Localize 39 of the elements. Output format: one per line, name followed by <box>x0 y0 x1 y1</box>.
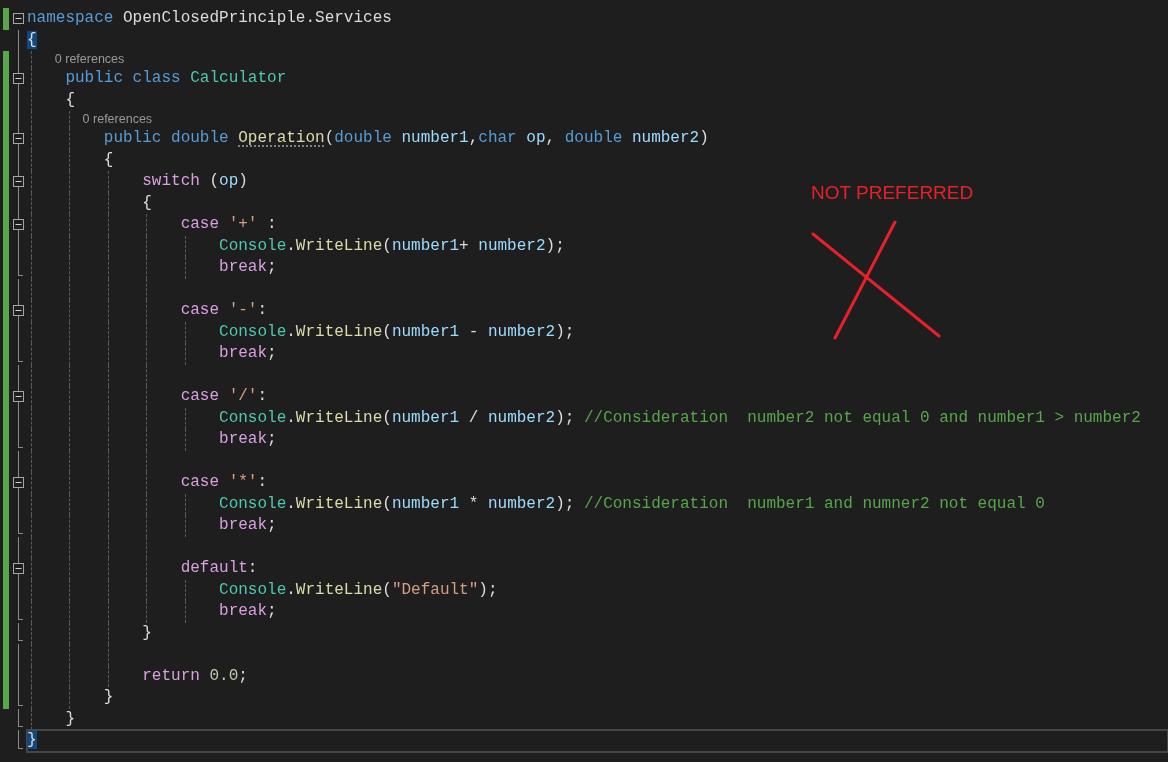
code-line: { <box>141 192 152 214</box>
code-line: default: <box>179 558 258 579</box>
change-bar <box>3 8 9 30</box>
annotation-label: NOT PREFERRED <box>811 182 974 204</box>
code-line: { <box>102 149 114 171</box>
collapse-icon[interactable] <box>13 391 24 402</box>
collapse-icon[interactable] <box>13 305 24 316</box>
code-line: case '-': <box>179 300 268 321</box>
collapse-icon[interactable] <box>13 176 24 187</box>
collapse-icon[interactable] <box>13 13 24 24</box>
code-line: { <box>64 89 75 111</box>
code-line: break; <box>218 343 277 364</box>
references-link[interactable]: 0 references <box>54 51 125 68</box>
code-line: namespace OpenClosedPrinciple.Services <box>27 8 392 29</box>
code-line: switch (op) <box>141 171 248 192</box>
code-line: Console.WriteLine("Default"); <box>218 579 498 601</box>
code-line: return 0.0; <box>141 665 248 687</box>
code-line: Console.WriteLine(number1 - number2); <box>218 321 575 343</box>
collapse-icon[interactable] <box>13 563 24 574</box>
code-line: public class Calculator <box>64 68 287 89</box>
code-line: public double Operation(double number1,char op, double number2) <box>102 128 709 149</box>
code-line: case '*': <box>179 472 268 493</box>
code-line: break; <box>218 429 277 450</box>
collapse-icon[interactable] <box>13 477 24 488</box>
code-line: Console.WriteLine(number1 / number2); //Consideration number2 not equal 0 and number1 > number2 <box>218 407 1141 429</box>
code-line: break; <box>218 515 277 536</box>
code-line: break; <box>218 601 277 622</box>
code-line: Console.WriteLine(number1+ number2); <box>218 235 565 257</box>
collapse-icon[interactable] <box>13 133 24 144</box>
code-line: } <box>102 687 114 708</box>
code-line: } <box>141 622 152 644</box>
code-line: } <box>64 708 75 730</box>
references-link[interactable]: 0 references <box>82 111 153 128</box>
code-line: Console.WriteLine(number1 * number2); //Consideration number1 and numner2 not equal 0 <box>218 493 1045 515</box>
code-line: break; <box>218 257 277 278</box>
collapse-icon[interactable] <box>13 73 24 84</box>
collapse-icon[interactable] <box>13 219 24 230</box>
code-line: case '+' : <box>179 214 277 235</box>
code-line: case '/': <box>179 386 268 407</box>
